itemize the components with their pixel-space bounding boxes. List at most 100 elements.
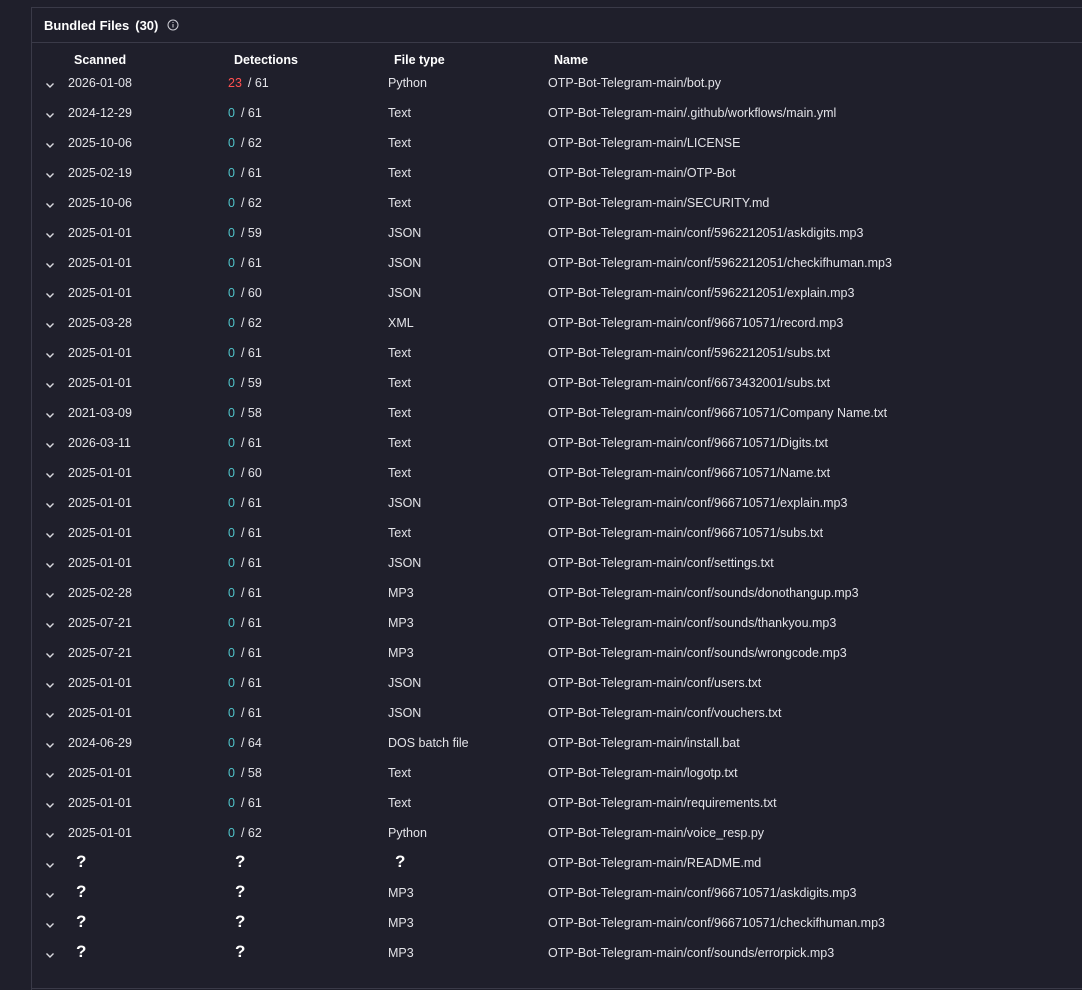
chevron-down-icon[interactable] bbox=[44, 79, 56, 91]
chevron-down-icon[interactable] bbox=[44, 559, 56, 571]
file-row[interactable]: 2025-01-01 0 / 61 JSON OTP-Bot-Telegram-main… bbox=[32, 249, 1082, 279]
detections[interactable]: 0 / 62 bbox=[228, 826, 262, 840]
column-header-file-type[interactable]: File type bbox=[394, 53, 445, 67]
file-row[interactable]: 2025-01-01 0 / 60 JSON OTP-Bot-Telegram-main… bbox=[32, 279, 1082, 309]
file-row[interactable]: 2025-01-01 0 / 58 Text OTP-Bot-Telegram-main… bbox=[32, 759, 1082, 789]
file-row[interactable]: 2025-01-01 0 / 62 Python OTP-Bot-Telegram-ma… bbox=[32, 819, 1082, 849]
file-name-link[interactable]: OTP-Bot-Telegram-main/conf/settings.txt bbox=[548, 556, 774, 570]
file-row[interactable]: 2021-03-09 0 / 58 Text OTP-Bot-Telegram-main… bbox=[32, 399, 1082, 429]
file-row[interactable]: 2024-12-29 0 / 61 Text OTP-Bot-Telegram-main… bbox=[32, 99, 1082, 129]
detections[interactable]: 0 / 61 bbox=[228, 496, 262, 510]
file-row[interactable]: 2024-06-29 0 / 64 DOS batch file OTP-Bot-Tel… bbox=[32, 729, 1082, 759]
chevron-down-icon[interactable] bbox=[44, 409, 56, 421]
chevron-down-icon[interactable] bbox=[44, 949, 56, 961]
file-row[interactable]: 2026-01-08 23 / 61 Python OTP-Bot-Telegram-m… bbox=[32, 69, 1082, 99]
file-name-link[interactable]: OTP-Bot-Telegram-main/conf/966710571/Dig… bbox=[548, 436, 828, 450]
file-row[interactable]: 2025-01-01 0 / 59 Text OTP-Bot-Telegram-main… bbox=[32, 369, 1082, 399]
chevron-down-icon[interactable] bbox=[44, 139, 56, 151]
chevron-down-icon[interactable] bbox=[44, 889, 56, 901]
file-row[interactable]: ?? MP3 OTP-Bot-Telegram-main/conf/96671057… bbox=[32, 879, 1082, 909]
detections[interactable]: 0 / 64 bbox=[228, 736, 262, 750]
chevron-down-icon[interactable] bbox=[44, 109, 56, 121]
file-row[interactable]: 2025-10-06 0 / 62 Text OTP-Bot-Telegram-main… bbox=[32, 129, 1082, 159]
chevron-down-icon[interactable] bbox=[44, 379, 56, 391]
chevron-down-icon[interactable] bbox=[44, 469, 56, 481]
chevron-down-icon[interactable] bbox=[44, 919, 56, 931]
file-name-link[interactable]: OTP-Bot-Telegram-main/conf/sounds/donoth… bbox=[548, 586, 859, 600]
column-header-scanned[interactable]: Scanned bbox=[74, 53, 126, 67]
file-name-link[interactable]: OTP-Bot-Telegram-main/conf/966710571/Com… bbox=[548, 406, 887, 420]
file-name-link[interactable]: OTP-Bot-Telegram-main/conf/966710571/che… bbox=[548, 916, 885, 930]
chevron-down-icon[interactable] bbox=[44, 319, 56, 331]
file-name-link[interactable]: OTP-Bot-Telegram-main/conf/5962212051/ex… bbox=[548, 286, 854, 300]
file-row[interactable]: 2025-01-01 0 / 61 Text OTP-Bot-Telegram-main… bbox=[32, 519, 1082, 549]
detections[interactable]: 0 / 61 bbox=[228, 616, 262, 630]
file-name-link[interactable]: OTP-Bot-Telegram-main/conf/966710571/ask… bbox=[548, 886, 856, 900]
chevron-down-icon[interactable] bbox=[44, 499, 56, 511]
file-name-link[interactable]: OTP-Bot-Telegram-main/OTP-Bot bbox=[548, 166, 736, 180]
file-row[interactable]: 2025-01-01 0 / 61 Text OTP-Bot-Telegram-main… bbox=[32, 789, 1082, 819]
detections[interactable]: 0 / 61 bbox=[228, 646, 262, 660]
detections[interactable]: 0 / 61 bbox=[228, 676, 262, 690]
file-name-link[interactable]: OTP-Bot-Telegram-main/.github/workflows/… bbox=[548, 106, 836, 120]
detections[interactable]: 0 / 58 bbox=[228, 766, 262, 780]
file-name-link[interactable]: OTP-Bot-Telegram-main/conf/5962212051/su… bbox=[548, 346, 830, 360]
file-row[interactable]: 2025-02-28 0 / 61 MP3 OTP-Bot-Telegram-main/… bbox=[32, 579, 1082, 609]
chevron-down-icon[interactable] bbox=[44, 259, 56, 271]
file-row[interactable]: 2025-07-21 0 / 61 MP3 OTP-Bot-Telegram-main/… bbox=[32, 639, 1082, 669]
file-row[interactable]: 2025-07-21 0 / 61 MP3 OTP-Bot-Telegram-main/… bbox=[32, 609, 1082, 639]
file-name-link[interactable]: OTP-Bot-Telegram-main/conf/sounds/wrongc… bbox=[548, 646, 847, 660]
chevron-down-icon[interactable] bbox=[44, 769, 56, 781]
detections[interactable]: 0 / 62 bbox=[228, 316, 262, 330]
chevron-down-icon[interactable] bbox=[44, 829, 56, 841]
file-name-link[interactable]: OTP-Bot-Telegram-main/LICENSE bbox=[548, 136, 740, 150]
detections[interactable]: 0 / 61 bbox=[228, 436, 262, 450]
chevron-down-icon[interactable] bbox=[44, 289, 56, 301]
detections[interactable]: 0 / 61 bbox=[228, 106, 262, 120]
chevron-down-icon[interactable] bbox=[44, 349, 56, 361]
file-name-link[interactable]: OTP-Bot-Telegram-main/conf/5962212051/ch… bbox=[548, 256, 892, 270]
file-row[interactable]: ??? OTP-Bot-Telegram-main/README.md bbox=[32, 849, 1082, 879]
info-icon[interactable] bbox=[167, 19, 179, 31]
detections[interactable]: 0 / 62 bbox=[228, 196, 262, 210]
file-row[interactable]: 2025-01-01 0 / 59 JSON OTP-Bot-Telegram-main… bbox=[32, 219, 1082, 249]
detections[interactable]: 0 / 59 bbox=[228, 226, 262, 240]
detections[interactable]: 0 / 58 bbox=[228, 406, 262, 420]
detections[interactable]: 0 / 61 bbox=[228, 706, 262, 720]
file-name-link[interactable]: OTP-Bot-Telegram-main/voice_resp.py bbox=[548, 826, 764, 840]
file-name-link[interactable]: OTP-Bot-Telegram-main/conf/966710571/Nam… bbox=[548, 466, 830, 480]
chevron-down-icon[interactable] bbox=[44, 589, 56, 601]
file-name-link[interactable]: OTP-Bot-Telegram-main/logotp.txt bbox=[548, 766, 738, 780]
detections[interactable]: 23 / 61 bbox=[228, 76, 269, 90]
detections[interactable]: 0 / 61 bbox=[228, 256, 262, 270]
file-row[interactable]: 2025-02-19 0 / 61 Text OTP-Bot-Telegram-main… bbox=[32, 159, 1082, 189]
chevron-down-icon[interactable] bbox=[44, 619, 56, 631]
file-name-link[interactable]: OTP-Bot-Telegram-main/README.md bbox=[548, 856, 761, 870]
chevron-down-icon[interactable] bbox=[44, 679, 56, 691]
file-name-link[interactable]: OTP-Bot-Telegram-main/install.bat bbox=[548, 736, 740, 750]
chevron-down-icon[interactable] bbox=[44, 229, 56, 241]
file-row[interactable]: 2026-03-11 0 / 61 Text OTP-Bot-Telegram-main… bbox=[32, 429, 1082, 459]
file-name-link[interactable]: OTP-Bot-Telegram-main/conf/966710571/sub… bbox=[548, 526, 823, 540]
chevron-down-icon[interactable] bbox=[44, 799, 56, 811]
detections[interactable]: 0 / 61 bbox=[228, 796, 262, 810]
chevron-down-icon[interactable] bbox=[44, 439, 56, 451]
file-row[interactable]: ?? MP3 OTP-Bot-Telegram-main/conf/sounds/e… bbox=[32, 939, 1082, 969]
column-header-detections[interactable]: Detections bbox=[234, 53, 298, 67]
detections[interactable]: 0 / 60 bbox=[228, 286, 262, 300]
file-row[interactable]: ?? MP3 OTP-Bot-Telegram-main/conf/96671057… bbox=[32, 909, 1082, 939]
file-row[interactable]: 2025-01-01 0 / 61 Text OTP-Bot-Telegram-main… bbox=[32, 339, 1082, 369]
file-name-link[interactable]: OTP-Bot-Telegram-main/conf/users.txt bbox=[548, 676, 761, 690]
detections[interactable]: 0 / 61 bbox=[228, 526, 262, 540]
detections[interactable]: 0 / 61 bbox=[228, 586, 262, 600]
chevron-down-icon[interactable] bbox=[44, 739, 56, 751]
file-name-link[interactable]: OTP-Bot-Telegram-main/conf/6673432001/su… bbox=[548, 376, 830, 390]
file-row[interactable]: 2025-03-28 0 / 62 XML OTP-Bot-Telegram-main/… bbox=[32, 309, 1082, 339]
file-name-link[interactable]: OTP-Bot-Telegram-main/conf/vouchers.txt bbox=[548, 706, 781, 720]
file-name-link[interactable]: OTP-Bot-Telegram-main/conf/5962212051/as… bbox=[548, 226, 863, 240]
file-name-link[interactable]: OTP-Bot-Telegram-main/conf/966710571/rec… bbox=[548, 316, 843, 330]
file-name-link[interactable]: OTP-Bot-Telegram-main/requirements.txt bbox=[548, 796, 777, 810]
file-row[interactable]: 2025-01-01 0 / 61 JSON OTP-Bot-Telegram-main… bbox=[32, 549, 1082, 579]
chevron-down-icon[interactable] bbox=[44, 649, 56, 661]
detections[interactable]: 0 / 61 bbox=[228, 346, 262, 360]
